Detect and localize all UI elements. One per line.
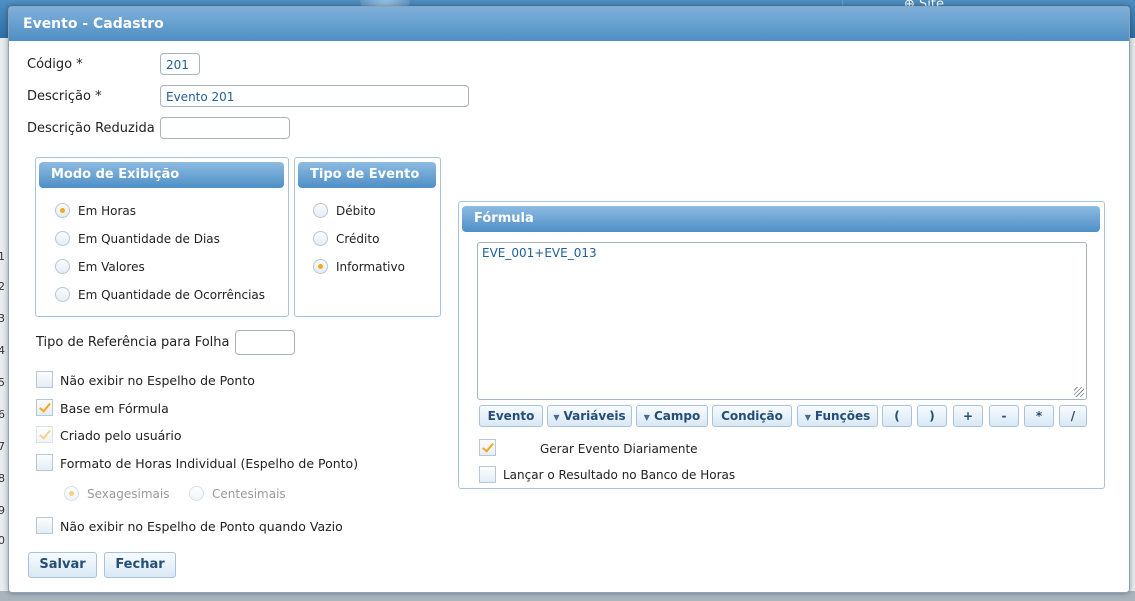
variaveis-button[interactable]: ▼ Variáveis: [547, 405, 632, 427]
close-paren-button[interactable]: ): [917, 405, 947, 427]
modo-exibicao-group: Modo de Exibição Em Horas Em Quantidade …: [35, 157, 289, 317]
radio-icon[interactable]: [313, 231, 328, 246]
radio-label: Sexagesimais: [87, 486, 170, 501]
radio-icon[interactable]: [55, 259, 70, 274]
tipo-referencia-label: Tipo de Referência para Folha: [36, 335, 230, 350]
checkbox-formato-horas-individual[interactable]: [36, 454, 53, 471]
descricao-reduzida-input[interactable]: [160, 117, 290, 139]
condicao-button[interactable]: Condição: [712, 405, 792, 427]
radio-icon[interactable]: [313, 259, 328, 274]
dropdown-arrow-icon: ▼: [643, 413, 650, 422]
checkbox-criado-usuario: [36, 426, 53, 443]
radio-icon: [64, 486, 79, 501]
dialog-title[interactable]: Evento - Cadastro: [9, 7, 1129, 41]
campo-label: Campo: [653, 409, 701, 423]
row-number: 6: [0, 408, 5, 421]
radio-icon[interactable]: [55, 231, 70, 246]
radio-label: Centesimais: [212, 486, 286, 501]
row-number: 1: [0, 250, 5, 263]
row-number: 0: [0, 534, 5, 547]
radio-credito[interactable]: Crédito: [313, 231, 379, 246]
radio-label: Em Valores: [78, 259, 145, 274]
checkbox-label: Criado pelo usuário: [60, 428, 182, 443]
radio-label: Em Quantidade de Ocorrências: [78, 287, 266, 302]
dropdown-arrow-icon: ▼: [804, 413, 811, 422]
plus-button[interactable]: +: [953, 405, 983, 427]
checkbox-nao-exibir-espelho[interactable]: [36, 371, 53, 388]
radio-centesimais: Centesimais: [189, 486, 286, 501]
close-button[interactable]: Fechar: [104, 552, 176, 578]
descricao-label: Descrição *: [27, 89, 102, 104]
divide-button[interactable]: /: [1059, 405, 1087, 427]
tipo-evento-group: Tipo de Evento Débito Crédito Informativ…: [294, 157, 441, 317]
formula-title: Fórmula: [462, 206, 1100, 232]
background-grid-left: 1 2 3 4 5 6 7 8 9 0: [0, 38, 8, 601]
radio-em-quantidade-ocorrencias[interactable]: Em Quantidade de Ocorrências: [55, 287, 265, 302]
checkbox-label: Gerar Evento Diariamente: [540, 442, 698, 456]
campo-button[interactable]: ▼ Campo: [636, 405, 708, 427]
funcoes-button[interactable]: ▼ Funções: [797, 405, 878, 427]
radio-debito[interactable]: Débito: [313, 203, 376, 218]
resize-handle-icon[interactable]: [1074, 387, 1084, 397]
formula-group: Fórmula EVE_001+EVE_013 Evento ▼ Variávei…: [458, 201, 1105, 489]
codigo-input[interactable]: 201: [160, 53, 200, 75]
radio-label: Crédito: [336, 231, 380, 246]
row-number: 3: [0, 312, 5, 325]
radio-em-quantidade-dias[interactable]: Em Quantidade de Dias: [55, 231, 220, 246]
open-paren-button[interactable]: (: [882, 405, 912, 427]
formula-textarea[interactable]: EVE_001+EVE_013: [477, 242, 1087, 400]
variaveis-label: Variáveis: [563, 409, 626, 423]
radio-label: Em Quantidade de Dias: [78, 231, 220, 246]
radio-label: Débito: [336, 203, 376, 218]
radio-sexagesimais: Sexagesimais: [64, 486, 169, 501]
checkbox-gerar-diariamente[interactable]: [479, 439, 496, 456]
radio-icon[interactable]: [55, 287, 70, 302]
descricao-reduzida-label: Descrição Reduzida: [27, 121, 155, 136]
checkbox-lancar-banco-horas[interactable]: [479, 466, 496, 483]
radio-em-valores[interactable]: Em Valores: [55, 259, 145, 274]
times-button[interactable]: *: [1024, 405, 1054, 427]
row-number: 8: [0, 472, 5, 485]
descricao-input[interactable]: Evento 201: [160, 85, 469, 107]
radio-icon: [189, 486, 204, 501]
codigo-label: Código *: [27, 57, 83, 72]
minus-button[interactable]: -: [989, 405, 1019, 427]
checkbox-label: Formato de Horas Individual (Espelho de …: [60, 456, 359, 471]
row-number: 5: [0, 376, 5, 389]
formula-text: EVE_001+EVE_013: [482, 246, 597, 260]
radio-label: Em Horas: [78, 203, 136, 218]
radio-icon[interactable]: [55, 203, 70, 218]
row-number: 9: [0, 504, 5, 517]
tipo-referencia-input[interactable]: [235, 330, 295, 355]
checkbox-label: Lançar o Resultado no Banco de Horas: [503, 468, 736, 482]
checkbox-label: Não exibir no Espelho de Ponto quando Va…: [60, 519, 343, 534]
evento-button[interactable]: Evento: [479, 405, 543, 427]
checkbox-label: Base em Fórmula: [60, 401, 169, 416]
radio-em-horas[interactable]: Em Horas: [55, 203, 136, 218]
checkbox-base-formula[interactable]: [36, 399, 53, 416]
save-button[interactable]: Salvar: [28, 552, 97, 578]
row-number: 2: [0, 280, 5, 293]
radio-label: Informativo: [336, 259, 405, 274]
row-number: 7: [0, 440, 5, 453]
evento-cadastro-dialog: Evento - Cadastro Código * 201 Descrição…: [8, 6, 1130, 593]
dropdown-arrow-icon: ▼: [553, 413, 560, 422]
row-number: 4: [0, 344, 5, 357]
checkbox-label: Não exibir no Espelho de Ponto: [60, 373, 255, 388]
radio-icon[interactable]: [313, 203, 328, 218]
funcoes-label: Funções: [814, 409, 871, 423]
checkbox-nao-exibir-vazio[interactable]: [36, 517, 53, 534]
radio-informativo[interactable]: Informativo: [313, 259, 405, 274]
modo-exibicao-title: Modo de Exibição: [39, 162, 284, 188]
tipo-evento-title: Tipo de Evento: [298, 162, 436, 188]
